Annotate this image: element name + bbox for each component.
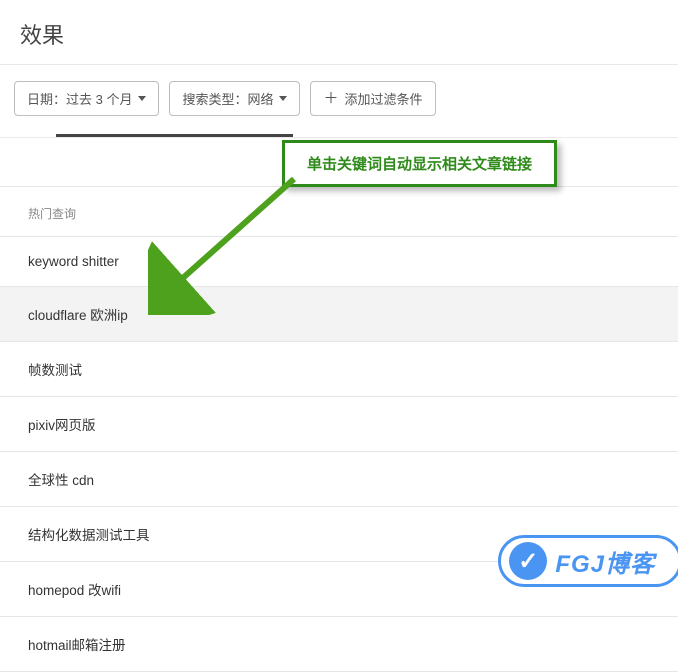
- list-item-label: homepod 改wifi: [28, 583, 121, 598]
- add-filter-button[interactable]: ＋ 添加过滤条件: [310, 81, 435, 116]
- list-item[interactable]: 帧数测试: [0, 342, 678, 397]
- add-filter-label: 添加过滤条件: [345, 89, 423, 108]
- date-filter-label: 日期：过去 3 个月: [27, 89, 132, 108]
- plus-icon: ＋: [323, 91, 338, 106]
- date-filter-button[interactable]: 日期：过去 3 个月: [14, 81, 159, 116]
- list-item-label: cloudflare 欧洲ip: [28, 308, 128, 323]
- annotation-text: 单击关键词自动显示相关文章链接: [307, 156, 532, 173]
- list-item-label: 结构化数据测试工具: [28, 528, 150, 543]
- list-item-label: 帧数测试: [28, 363, 82, 378]
- list-item-label: keyword shitter: [28, 254, 119, 269]
- search-type-filter-button[interactable]: 搜索类型：网络: [169, 81, 300, 116]
- list-item-label: pixiv网页版: [28, 418, 96, 433]
- list-item[interactable]: hotmail邮箱注册: [0, 617, 678, 672]
- list-item-label: hotmail邮箱注册: [28, 638, 126, 653]
- search-type-filter-label: 搜索类型：网络: [182, 89, 273, 108]
- list-item-label: 全球性 cdn: [28, 473, 94, 488]
- check-icon: ✓: [518, 547, 538, 576]
- header: 效果: [0, 0, 678, 65]
- watermark-text: FGJ博客: [555, 544, 655, 579]
- list-item[interactable]: keyword shitter: [0, 237, 678, 287]
- annotation-callout: 单击关键词自动显示相关文章链接: [282, 140, 557, 187]
- divider: [0, 137, 678, 138]
- list-header: 热门查询: [0, 187, 678, 237]
- chevron-down-icon: [138, 96, 146, 101]
- list-item[interactable]: cloudflare 欧洲ip: [0, 287, 678, 342]
- filter-bar: 日期：过去 3 个月 搜索类型：网络 ＋ 添加过滤条件: [0, 65, 678, 134]
- query-list: 热门查询 keyword shitter cloudflare 欧洲ip 帧数测试 p…: [0, 186, 678, 672]
- watermark-badge: ✓ FGJ博客: [498, 535, 678, 587]
- list-item[interactable]: pixiv网页版: [0, 397, 678, 452]
- watermark-logo-icon: ✓: [509, 542, 547, 580]
- page-title: 效果: [20, 18, 658, 50]
- chevron-down-icon: [279, 96, 287, 101]
- list-item[interactable]: 全球性 cdn: [0, 452, 678, 507]
